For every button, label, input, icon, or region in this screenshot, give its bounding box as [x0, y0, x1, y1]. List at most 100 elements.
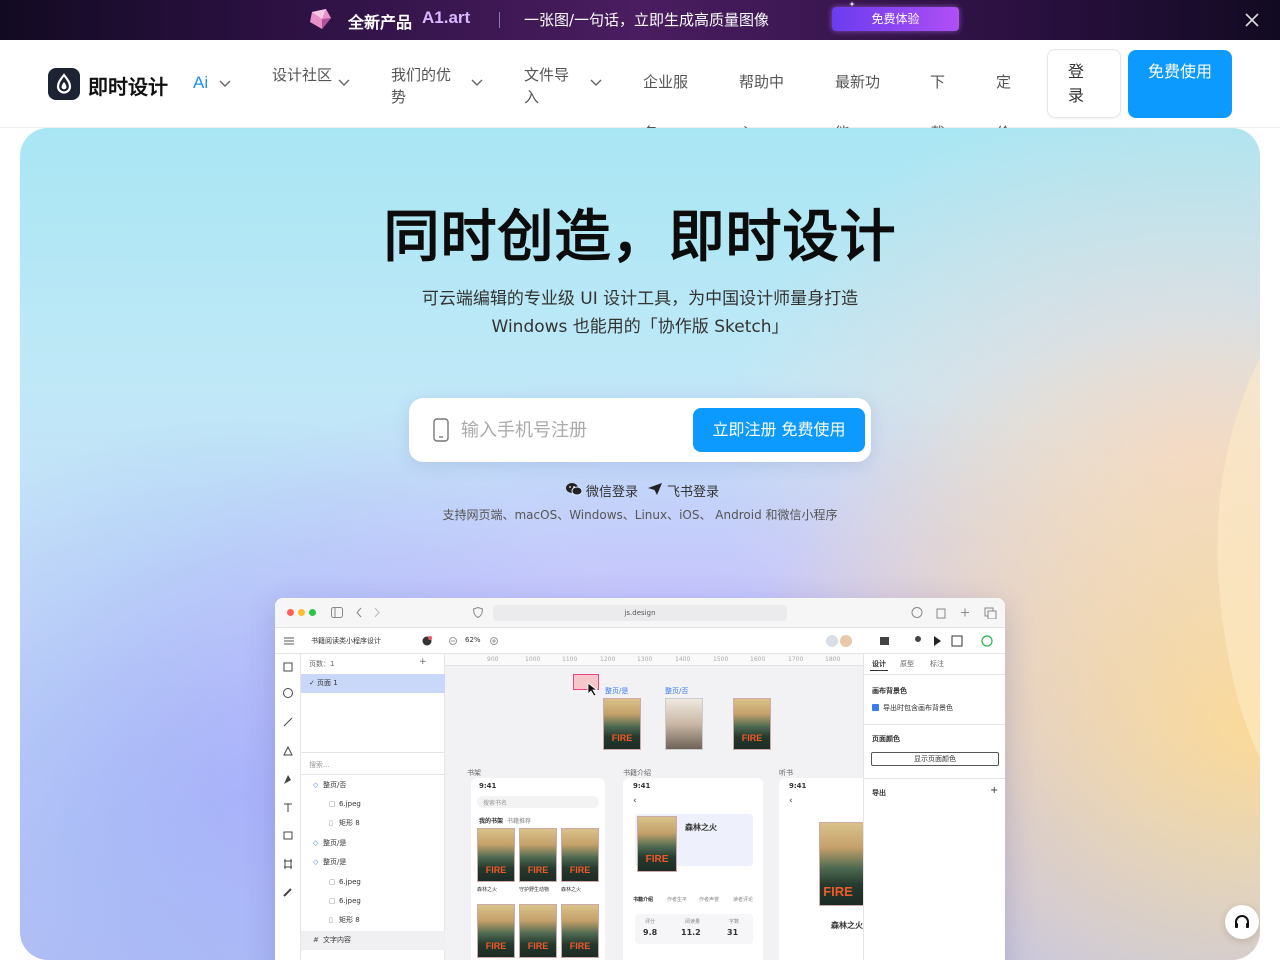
book-cover[interactable]: FIRE [637, 816, 677, 872]
book-cover[interactable]: FIRE [519, 904, 557, 958]
phone-frame-book-intro[interactable]: 9:41 ‹ FIRE 森林之火 书籍介绍 作者生平 作者声誉 读者评论 评分 … [623, 778, 763, 960]
book-cover[interactable]: FIRE [603, 698, 641, 750]
send-icon [648, 483, 662, 495]
tab-annotation[interactable]: 标注 [930, 659, 944, 669]
zoom-out-icon[interactable] [449, 637, 457, 645]
book-search[interactable]: 搜索书名 [483, 798, 507, 807]
page-item[interactable]: ✓ 页面 1 [301, 674, 445, 693]
back-icon[interactable]: ‹ [789, 796, 793, 806]
login-button[interactable]: 登录 [1047, 49, 1121, 118]
phone-input[interactable] [461, 416, 681, 444]
tab-prototype[interactable]: 原型 [900, 659, 914, 669]
plugin-icon[interactable] [421, 635, 433, 646]
layer-row[interactable]: ▢ 6.jpeg [301, 873, 445, 892]
tab-design[interactable]: 设计 [872, 659, 886, 669]
chevron-down-icon[interactable] [219, 80, 231, 88]
register-button[interactable]: 立即注册 免费使用 [693, 408, 865, 452]
book-tab[interactable]: 作者生平 [667, 896, 687, 903]
layer-label: 矩形 8 [339, 819, 360, 827]
book-tab[interactable]: 读者评论 [733, 896, 753, 903]
horizontal-ruler: 900 1000 1100 1200 1300 1400 1500 1600 1… [445, 654, 863, 666]
layer-row[interactable]: ▯ 矩形 8 [301, 911, 445, 930]
show-page-color-button[interactable]: 显示页面颜色 [871, 752, 999, 766]
export-bg-checkbox[interactable] [872, 704, 879, 711]
book-cover[interactable]: FIRE [477, 904, 515, 958]
promo-description: 一张图/一句话，立即生成高质量图像 [524, 11, 770, 29]
properties-panel: 设计 原型 标注 画布背景色 导出时包含画布背景色 页面颜色 显示页面颜色 导出… [863, 654, 1005, 960]
window-close-dot [287, 609, 294, 616]
add-page-icon[interactable]: + [419, 657, 427, 667]
drop-icon [56, 73, 72, 94]
design-canvas[interactable]: 900 1000 1100 1200 1300 1400 1500 1600 1… [445, 654, 863, 960]
feishu-login-link[interactable]: 飞书登录 [647, 480, 720, 500]
promo-banner[interactable]: 全新产品 A1.art 一张图/一句话，立即生成高质量图像 免费体验 [0, 0, 1280, 40]
layer-label: 6.jpeg [339, 878, 361, 886]
book-cover[interactable]: FIRE [819, 822, 863, 906]
frame-tag: 整页/是 [605, 687, 629, 695]
phone-frame-bookshelf[interactable]: 9:41 搜索书名 我的书架 书籍推荐 FIRE FIRE FIRE 森林之火 … [471, 778, 605, 960]
chevron-down-icon[interactable] [338, 79, 350, 87]
tool-icons[interactable] [275, 654, 301, 914]
phone-frame-listen[interactable]: 9:41 ‹ FIRE 森林之火 [779, 778, 863, 960]
layer-row[interactable]: ◇ 整页/是 [301, 834, 445, 853]
frame-label: 听书 [779, 769, 793, 777]
nav-item-community[interactable]: 设计社区 [272, 64, 332, 86]
book-tab[interactable]: 书籍介绍 [633, 896, 653, 903]
logo-text[interactable]: 即时设计 [88, 71, 168, 100]
back-icon[interactable]: ‹ [633, 796, 637, 806]
feishu-login-label: 飞书登录 [667, 485, 720, 500]
frame-tag: 整页/否 [665, 687, 689, 695]
close-icon[interactable] [1242, 10, 1262, 30]
ruler-tick: 900 [487, 656, 499, 663]
book-tab[interactable]: 作者声誉 [699, 896, 719, 903]
recommend-tab[interactable]: 书籍推荐 [507, 816, 531, 825]
book-name: 森林之火 [561, 887, 582, 893]
nav-ai-menu[interactable]: Ai [193, 73, 208, 93]
book-cover[interactable]: FIRE [519, 828, 557, 882]
ruler-tick: 1800 [825, 656, 841, 663]
decor-shape [1217, 358, 1260, 758]
ruler-tick: 1000 [525, 656, 541, 663]
zoom-in-icon[interactable] [490, 637, 498, 645]
page-item-label: 页面 1 [317, 679, 338, 687]
zoom-level[interactable]: 62% [465, 636, 481, 644]
promo-try-button[interactable]: 免费体验 [832, 7, 959, 31]
photo-thumbnail[interactable] [665, 698, 703, 750]
nav-item-import[interactable]: 文件导入 [524, 64, 572, 108]
free-use-button[interactable]: 免费使用 [1128, 50, 1232, 118]
gem-icon [310, 9, 331, 29]
export-label: 导出 [872, 789, 886, 797]
book-cover[interactable]: FIRE [561, 828, 599, 882]
ruler-tick: 1200 [600, 656, 616, 663]
bookshelf-tab[interactable]: 我的书架 [479, 816, 503, 825]
layer-row[interactable]: ◇ 整页/是 [301, 853, 445, 872]
project-name[interactable]: 书籍阅读类小程序设计 [311, 636, 381, 646]
window-min-dot [298, 609, 305, 616]
logo-icon[interactable] [48, 68, 80, 100]
add-export-icon[interactable]: + [990, 785, 998, 796]
book-title: 森林之火 [685, 823, 717, 832]
chevron-down-icon[interactable] [590, 79, 602, 87]
support-chat-button[interactable] [1225, 905, 1259, 939]
export-bg-label: 导出时包含画布背景色 [883, 704, 953, 712]
promo-brand: A1.art [422, 8, 471, 27]
collab-actions-icon[interactable] [824, 633, 994, 649]
menu-icon[interactable] [284, 637, 294, 645]
layer-row[interactable]: ▢ 6.jpeg [301, 795, 445, 814]
chevron-down-icon[interactable] [471, 79, 483, 87]
address-bar[interactable]: js.design [493, 605, 787, 621]
wechat-login-link[interactable]: 微信登录 [566, 480, 639, 500]
book-cover[interactable]: FIRE [733, 698, 771, 750]
layer-row[interactable]: ▢ 6.jpeg [301, 892, 445, 911]
layer-row[interactable]: ◇ 整页/否 [301, 776, 445, 795]
layer-search[interactable]: 搜索... [309, 760, 330, 770]
layer-row[interactable]: ▯ 矩形 8 [301, 814, 445, 833]
wechat-icon [566, 483, 582, 496]
top-navbar: 即时设计 Ai 设计社区 我们的优势 文件导入 企业服务 帮助中心 最新功能 下… [0, 40, 1280, 142]
hero-subtitle-line2: Windows 也能用的「协作版 Sketch」 [491, 317, 789, 337]
layer-row[interactable]: # 文字内容 [301, 931, 445, 950]
wechat-login-label: 微信登录 [586, 485, 639, 500]
book-cover[interactable]: FIRE [561, 904, 599, 958]
nav-item-advantages[interactable]: 我们的优势 [391, 64, 455, 108]
book-cover[interactable]: FIRE [477, 828, 515, 882]
